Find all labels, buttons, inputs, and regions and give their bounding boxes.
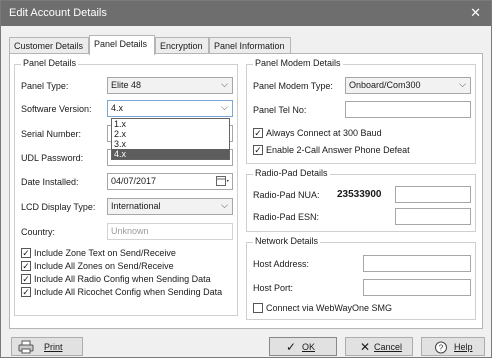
help-icon: ? (435, 341, 447, 354)
country-field: Unknown (107, 223, 233, 240)
panel-tel-no-field[interactable] (345, 101, 471, 118)
tab-panel-information[interactable]: Panel Information (209, 37, 291, 54)
date-installed-label: Date Installed: (21, 177, 79, 187)
help-button[interactable]: ? Help (421, 337, 485, 356)
print-label: Print (44, 342, 63, 352)
software-version-value: 4.x (111, 103, 124, 113)
include-all-zones-checkbox[interactable]: ✓ Include All Zones on Send/Receive (21, 261, 231, 273)
serial-number-label: Serial Number: (21, 129, 82, 139)
close-icon: ✕ (360, 340, 371, 354)
window-title: Edit Account Details (9, 7, 107, 19)
checkbox-label: Always Connect at 300 Baud (266, 128, 382, 138)
chevron-down-icon: ⌵ (459, 79, 466, 89)
checkbox-label: Include All Radio Config when Sending Da… (34, 274, 211, 284)
radio-pad-nua-value: 23533900 (337, 189, 382, 200)
udl-password-label: UDL Password: (21, 153, 84, 163)
tab-customer-details[interactable]: Customer Details (9, 37, 89, 54)
network-details-group: Network Details Host Address: Host Port:… (246, 236, 476, 320)
svg-text:?: ? (439, 344, 444, 353)
host-address-label: Host Address: (253, 259, 310, 269)
lcd-display-type-select[interactable]: International ⌵ (107, 198, 233, 215)
panel-details-group: Panel Details Panel Type: Elite 48 ⌵ Sof… (14, 58, 238, 316)
panel-modem-type-label: Panel Modem Type: (253, 81, 333, 91)
date-installed-value: 04/07/2017 (111, 176, 157, 186)
group-title: Network Details (253, 236, 321, 246)
group-title: Panel Details (21, 58, 79, 68)
always-connect-300-baud-checkbox[interactable]: ✓ Always Connect at 300 Baud (253, 128, 453, 140)
host-port-field[interactable] (363, 279, 471, 296)
include-radio-config-checkbox[interactable]: ✓ Include All Radio Config when Sending … (21, 274, 231, 286)
chevron-down-icon: ⌵ (221, 200, 228, 210)
country-value: Unknown (111, 226, 149, 236)
software-version-option[interactable]: 1.x (112, 119, 229, 129)
checkbox-label: Enable 2-Call Answer Phone Defeat (266, 145, 410, 155)
checkbox-label: Include All Zones on Send/Receive (34, 261, 174, 271)
cancel-button[interactable]: ✕ Cancel (345, 337, 413, 356)
help-label: Help (454, 342, 473, 352)
tab-panel-details[interactable]: Panel Details (89, 35, 155, 55)
chevron-down-icon: ⌵ (221, 102, 228, 112)
checkbox-unchecked-icon (253, 303, 263, 313)
printer-icon (18, 340, 34, 354)
software-version-select[interactable]: 4.x ⌵ (107, 100, 233, 117)
connect-via-webwayone-checkbox[interactable]: Connect via WebWayOne SMG (253, 303, 453, 315)
include-ricochet-config-checkbox[interactable]: ✓ Include All Ricochet Config when Sendi… (21, 287, 235, 299)
chevron-down-icon: ⌵ (221, 79, 228, 89)
group-title: Radio-Pad Details (253, 168, 330, 178)
date-installed-field[interactable]: 04/07/2017 (107, 173, 233, 190)
radio-pad-esn-field[interactable] (395, 208, 471, 225)
panel-modem-details-group: Panel Modem Details Panel Modem Type: On… (246, 58, 476, 164)
checkbox-label: Include All Ricochet Config when Sending… (34, 287, 223, 297)
checkbox-checked-icon: ✓ (21, 287, 31, 297)
ok-button[interactable]: ✓ OK (269, 337, 337, 356)
print-button[interactable]: Print (11, 337, 83, 356)
panel-type-value: Elite 48 (111, 80, 142, 90)
checkbox-checked-icon: ✓ (21, 261, 31, 271)
lcd-display-type-label: LCD Display Type: (21, 202, 96, 212)
panel-modem-type-select[interactable]: Onboard/Com300 ⌵ (345, 77, 471, 94)
checkbox-checked-icon: ✓ (21, 248, 31, 258)
software-version-label: Software Version: (21, 104, 92, 114)
radio-pad-nua-label: Radio-Pad NUA: (253, 190, 320, 200)
checkmark-icon: ✓ (286, 340, 297, 354)
checkbox-checked-icon: ✓ (253, 128, 263, 138)
close-icon[interactable]: ✕ (470, 5, 481, 21)
panel-details-tab-content: Panel Details Panel Type: Elite 48 ⌵ Sof… (9, 53, 483, 329)
radio-pad-esn-label: Radio-Pad ESN: (253, 212, 320, 222)
calendar-icon[interactable] (216, 175, 229, 187)
edit-account-window: Edit Account Details ✕ Customer Details … (0, 0, 492, 358)
software-version-option[interactable]: 3.x (112, 139, 229, 149)
lcd-display-type-value: International (111, 201, 161, 211)
panel-modem-type-value: Onboard/Com300 (349, 80, 421, 90)
enable-2-call-answer-checkbox[interactable]: ✓ Enable 2-Call Answer Phone Defeat (253, 145, 463, 157)
software-version-option-selected[interactable]: 4.x (112, 149, 229, 159)
include-zone-text-checkbox[interactable]: ✓ Include Zone Text on Send/Receive (21, 248, 231, 260)
tab-encryption[interactable]: Encryption (155, 37, 209, 54)
title-bar: Edit Account Details ✕ (1, 1, 491, 26)
software-version-dropdown: 1.x 2.x 3.x 4.x (111, 118, 230, 160)
checkbox-checked-icon: ✓ (21, 274, 31, 284)
radio-pad-nua-field[interactable] (395, 186, 471, 203)
host-address-field[interactable] (363, 255, 471, 272)
checkbox-label: Connect via WebWayOne SMG (266, 303, 393, 313)
panel-tel-no-label: Panel Tel No: (253, 105, 307, 115)
ok-label: OK (302, 342, 316, 352)
checkbox-checked-icon: ✓ (253, 145, 263, 155)
cancel-label: Cancel (374, 342, 403, 352)
panel-type-select[interactable]: Elite 48 ⌵ (107, 77, 233, 94)
radio-pad-details-group: Radio-Pad Details Radio-Pad NUA: 2353390… (246, 168, 476, 232)
country-label: Country: (21, 227, 56, 237)
panel-type-label: Panel Type: (21, 81, 69, 91)
checkbox-label: Include Zone Text on Send/Receive (34, 248, 176, 258)
software-version-option[interactable]: 2.x (112, 129, 229, 139)
host-port-label: Host Port: (253, 283, 294, 293)
group-title: Panel Modem Details (253, 58, 343, 68)
